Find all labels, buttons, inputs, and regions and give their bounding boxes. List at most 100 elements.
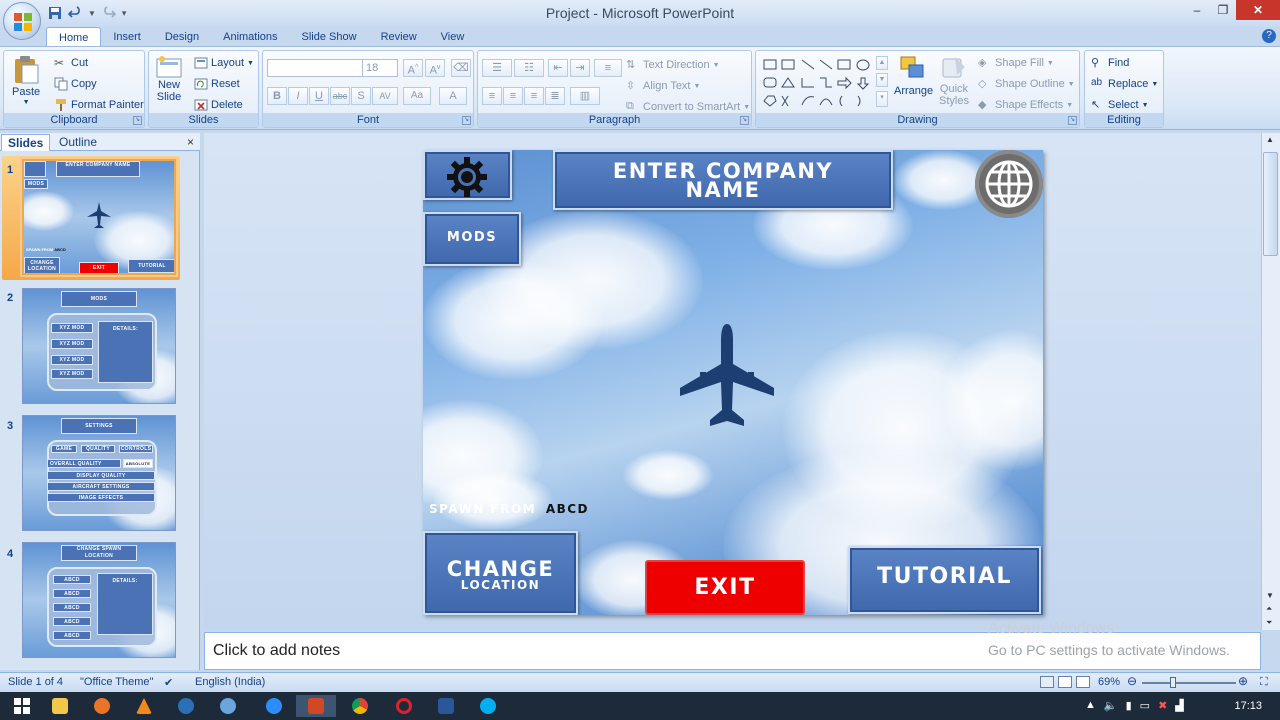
spellcheck-icon[interactable]: ✔	[164, 676, 173, 689]
strikethrough-button[interactable]: abc	[330, 87, 350, 105]
copy-button[interactable]: Copy	[54, 77, 97, 91]
shapes-scroll-down-icon[interactable]: ▼	[876, 73, 888, 87]
clipboard-launcher-icon[interactable]: ↘	[133, 116, 142, 125]
taskbar-chrome[interactable]	[340, 695, 380, 717]
slide-sorter-view-icon[interactable]	[1058, 676, 1072, 688]
text-direction-button[interactable]: ⇅ Text Direction ▼	[626, 58, 720, 72]
zoom-slider[interactable]	[1142, 682, 1236, 684]
tab-home[interactable]: Home	[46, 27, 102, 47]
paste-button[interactable]: Paste ▼	[12, 55, 40, 106]
tab-slide-show[interactable]: Slide Show	[290, 27, 369, 47]
theme-name[interactable]: "Office Theme"	[80, 676, 153, 688]
quick-styles-button[interactable]: Quick Styles	[939, 55, 969, 107]
exit-button[interactable]: EXIT	[645, 560, 805, 615]
scroll-up-icon[interactable]: ▲	[1266, 135, 1274, 144]
shapes-more-icon[interactable]: ▾	[876, 91, 888, 107]
scroll-down-icon[interactable]: ▼	[1266, 591, 1274, 600]
bold-button[interactable]: B	[267, 87, 287, 105]
previous-slide-icon[interactable]: ⏶	[1266, 604, 1272, 614]
shape-fill-button[interactable]: ◈ Shape Fill ▼	[978, 56, 1054, 70]
network-icon[interactable]: ✖	[1158, 699, 1167, 712]
reset-button[interactable]: Reset	[194, 77, 240, 91]
arrange-button[interactable]: Arrange	[894, 55, 933, 97]
slide-thumbnail-2[interactable]: MODS XYZ MOD XYZ MOD XYZ MOD XYZ MOD DET…	[22, 288, 176, 404]
columns-button[interactable]: ▥	[570, 87, 600, 105]
tab-design[interactable]: Design	[153, 27, 211, 47]
slide-canvas[interactable]: ENTER COMPANY NAME MODS SPAWN FROM ABCD …	[423, 150, 1043, 615]
language-button[interactable]	[975, 150, 1043, 218]
normal-view-icon[interactable]	[1040, 676, 1054, 688]
company-name-box[interactable]: ENTER COMPANY NAME	[553, 150, 893, 210]
taskbar-vlc[interactable]	[124, 695, 164, 717]
spawn-value[interactable]: ABCD	[546, 502, 589, 516]
zoom-level[interactable]: 69%	[1098, 676, 1120, 688]
taskbar-explorer[interactable]	[40, 695, 80, 717]
convert-smartart-button[interactable]: ⧉ Convert to SmartArt ▼	[626, 100, 750, 114]
taskbar-app2[interactable]	[208, 695, 248, 717]
shape-effects-button[interactable]: ◆ Shape Effects ▼	[978, 98, 1073, 112]
taskbar-app[interactable]	[166, 695, 206, 717]
grow-font-button[interactable]: A^	[403, 59, 423, 77]
taskbar-skype[interactable]	[468, 695, 508, 717]
taskbar-zoom[interactable]	[254, 695, 294, 717]
shapes-gallery-icon[interactable]	[762, 57, 882, 111]
slide-thumbnail-3[interactable]: SETTINGS GAME QUALITY CONTROLS OVERALL Q…	[22, 415, 176, 531]
font-size-combo[interactable]: 18	[362, 59, 398, 77]
tab-view[interactable]: View	[429, 27, 477, 47]
tray-arrow-icon[interactable]: ▲	[1085, 699, 1096, 712]
decrease-indent-button[interactable]: ⇤	[548, 59, 568, 77]
new-slide-button[interactable]: New Slide	[155, 55, 183, 103]
zoom-in-icon[interactable]: ⊕	[1238, 674, 1248, 688]
taskbar-powerpoint[interactable]	[296, 695, 336, 717]
tab-animations[interactable]: Animations	[211, 27, 289, 47]
bullets-button[interactable]: ☰	[482, 59, 512, 77]
layout-button[interactable]: Layout ▼	[194, 56, 254, 70]
slide-show-view-icon[interactable]	[1076, 676, 1090, 688]
shapes-scroll-up-icon[interactable]: ▲	[876, 56, 888, 70]
change-location-button[interactable]: CHANGE LOCATION	[423, 531, 578, 615]
align-left-button[interactable]: ≡	[482, 87, 502, 105]
character-spacing-button[interactable]: AV	[372, 87, 398, 105]
slide-thumbnail-1[interactable]: ENTER COMPANY NAME MODS SPAWN FROM ABCD …	[22, 159, 176, 275]
find-button[interactable]: ⚲ Find	[1091, 56, 1129, 70]
taskbar-clock[interactable]: 17:13	[1234, 700, 1262, 712]
cut-button[interactable]: ✂ Cut	[54, 56, 88, 70]
notes-placeholder[interactable]: Click to add notes	[213, 642, 340, 660]
select-button[interactable]: ↖ Select ▼	[1091, 98, 1149, 112]
close-button[interactable]: ✕	[1236, 0, 1280, 20]
battery-icon[interactable]: ▮	[1126, 699, 1132, 712]
taskbar-firefox[interactable]	[82, 695, 122, 717]
numbering-button[interactable]: ☷	[514, 59, 544, 77]
settings-button[interactable]	[423, 150, 512, 200]
zoom-slider-thumb[interactable]	[1170, 677, 1176, 688]
justify-button[interactable]: ≣	[545, 87, 565, 105]
clear-formatting-button[interactable]: ⌫	[451, 59, 471, 77]
tutorial-button[interactable]: TUTORIAL	[848, 546, 1041, 614]
slide-thumbnail-4[interactable]: CHANGE SPAWN LOCATION ABCD ABCD ABCD ABC…	[22, 542, 176, 658]
align-text-button[interactable]: ⇳ Align Text ▼	[626, 79, 700, 93]
center-button[interactable]: ≡	[503, 87, 523, 105]
mods-button[interactable]: MODS	[423, 212, 521, 266]
shape-outline-button[interactable]: ◇ Shape Outline ▼	[978, 77, 1075, 91]
minimize-button[interactable]: –	[1184, 0, 1210, 20]
delete-button[interactable]: Delete	[194, 98, 243, 112]
signal-icon[interactable]: ▟	[1175, 699, 1183, 712]
paragraph-launcher-icon[interactable]: ↘	[740, 116, 749, 125]
change-case-button[interactable]: Aa	[403, 87, 431, 105]
shadow-button[interactable]: S	[351, 87, 371, 105]
tab-insert[interactable]: Insert	[101, 27, 153, 47]
align-right-button[interactable]: ≡	[524, 87, 544, 105]
scrollbar-thumb[interactable]	[1263, 152, 1278, 256]
increase-indent-button[interactable]: ⇥	[570, 59, 590, 77]
font-launcher-icon[interactable]: ↘	[462, 116, 471, 125]
language-indicator[interactable]: English (India)	[195, 676, 265, 688]
taskbar-word[interactable]	[426, 695, 466, 717]
volume-icon[interactable]: 🔈	[1104, 699, 1118, 712]
zoom-out-icon[interactable]: ⊖	[1127, 674, 1137, 688]
restore-button[interactable]: ❐	[1210, 0, 1236, 20]
underline-button[interactable]: U	[309, 87, 329, 105]
shrink-font-button[interactable]: Av	[425, 59, 445, 77]
next-slide-icon[interactable]: ⏷	[1266, 618, 1272, 628]
italic-button[interactable]: I	[288, 87, 308, 105]
help-icon[interactable]: ?	[1262, 29, 1276, 43]
